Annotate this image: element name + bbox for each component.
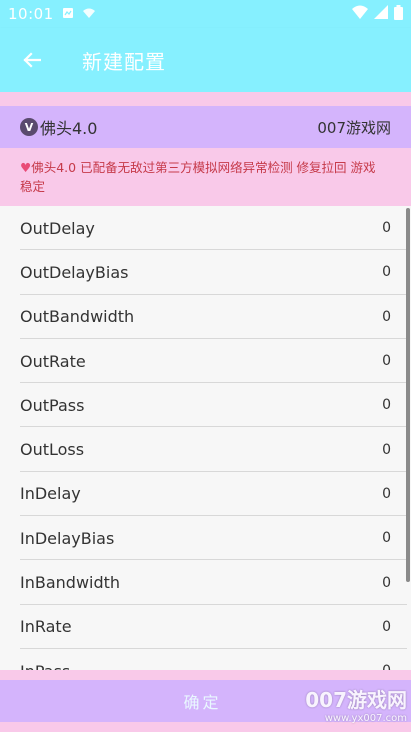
list-item-in-bandwidth[interactable]: InBandwidth 0 [0,560,411,605]
status-right [352,4,403,24]
list-item-value: 0 [382,485,391,502]
list-item-value: 0 [382,530,391,547]
list-item-label: InBandwidth [20,573,121,593]
list-item-in-pass[interactable]: InPass 0 [0,649,411,670]
page-title: 新建配置 [82,49,166,74]
config-site: 007游戏网 [317,118,391,137]
status-time: 10:01 [8,5,54,23]
scrollbar[interactable] [406,208,410,582]
list-item-value: 0 [382,353,391,370]
list-item-value: 0 [382,441,391,458]
list-item-value: 0 [382,663,391,670]
list-item-out-rate[interactable]: OutRate 0 [0,339,411,384]
list-item-in-rate[interactable]: InRate 0 [0,605,411,650]
notice-banner: ♥佛头4.0 已配备无敌过第三方模拟网络异常检测 修复拉回 游戏 稳定 [0,148,411,206]
battery-icon [394,4,403,24]
notice-text: 佛头4.0 已配备无敌过第三方模拟网络异常检测 修复拉回 游戏 稳定 [20,160,376,194]
watermark-url: www.yx007.com [324,713,407,724]
list-item-label: OutBandwidth [20,307,135,327]
list-item-out-bandwidth[interactable]: OutBandwidth 0 [0,295,411,340]
watermark: 007游戏网 www.yx007.com [305,684,407,724]
list-item-label: InDelayBias [20,528,115,548]
list-item-label: OutRate [20,351,86,371]
list-item-value: 0 [382,618,391,635]
list-item-label: InRate [20,617,72,637]
signal-icon [374,5,388,23]
list-item-label: OutLoss [20,440,85,460]
list-item-value: 0 [382,308,391,325]
notification-icon [62,5,74,23]
back-button[interactable] [0,28,64,92]
list-item-out-loss[interactable]: OutLoss 0 [0,427,411,473]
sync-icon [82,5,96,23]
arrow-left-icon [23,52,41,68]
watermark-title: 007游戏网 [305,688,407,712]
list-item-label: InDelay [20,484,81,504]
parameter-list[interactable]: OutDelay 0 OutDelayBias 0 OutBandwidth 0… [0,206,411,670]
wifi-icon [352,5,368,23]
list-item-value: 0 [382,397,391,414]
config-name: 佛头4.0 [40,119,98,138]
bottom-strip [0,670,411,680]
list-item-label: InPass [20,662,70,670]
list-item-in-delay-bias[interactable]: InDelayBias 0 [0,516,411,561]
status-bar: 10:01 [0,0,411,28]
confirm-button[interactable]: 确定 [183,689,221,713]
top-strip [0,92,411,106]
list-item-value: 0 [382,220,391,237]
list-item-out-pass[interactable]: OutPass 0 [0,383,411,428]
list-item-label: OutPass [20,395,85,415]
list-item-label: OutDelayBias [20,262,129,282]
list-item-out-delay-bias[interactable]: OutDelayBias 0 [0,250,411,295]
list-item-label: OutDelay [20,218,95,238]
config-header: V 佛头4.0 007游戏网 [0,106,411,148]
status-left: 10:01 [8,5,96,23]
list-item-in-delay[interactable]: InDelay 0 [0,472,411,517]
list-item-value: 0 [382,574,391,591]
vip-badge-icon: V [20,118,38,136]
list-item-value: 0 [382,264,391,281]
app-bar: 新建配置 [0,28,411,92]
list-item-out-delay[interactable]: OutDelay 0 [0,206,411,251]
heart-icon: ♥ [20,160,32,175]
